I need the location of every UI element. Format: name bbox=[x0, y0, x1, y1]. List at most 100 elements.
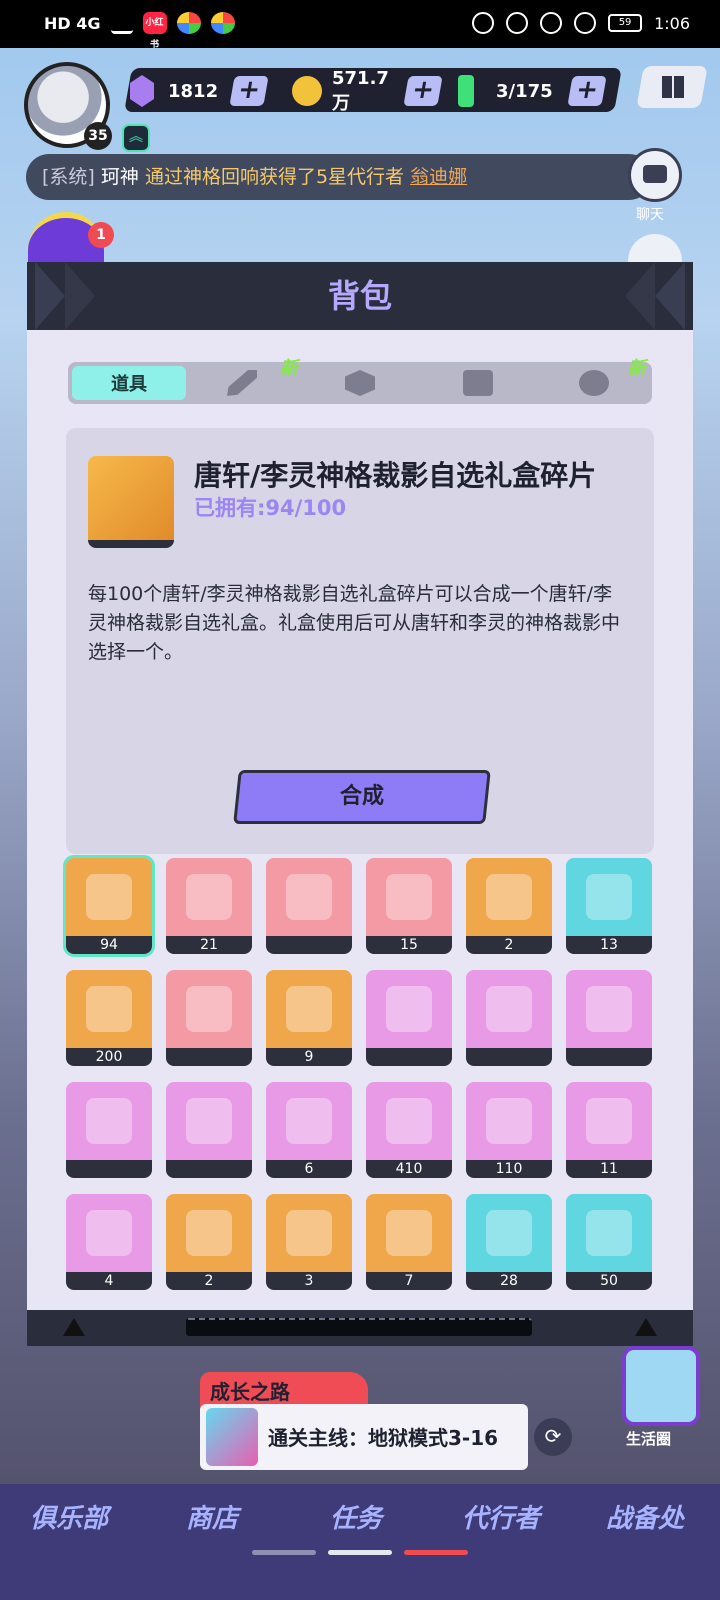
gold-crystal-icon bbox=[386, 874, 432, 920]
nav-tasks[interactable]: 任务 bbox=[330, 1498, 382, 1535]
broadcast-prefix: [系统] bbox=[42, 166, 95, 188]
stamina-bottle-icon bbox=[458, 75, 474, 107]
item-count: 200 bbox=[66, 1048, 152, 1066]
item-slot[interactable] bbox=[66, 1082, 152, 1178]
green-cube-icon bbox=[486, 1210, 532, 1256]
nav-club[interactable]: 俱乐部 bbox=[30, 1498, 108, 1535]
item-count: 28 bbox=[466, 1272, 552, 1290]
item-slot[interactable]: 410 bbox=[366, 1082, 452, 1178]
tab-equipment[interactable] bbox=[222, 366, 262, 400]
item-count: 7 bbox=[366, 1272, 452, 1290]
gold-chip-icon bbox=[386, 1098, 432, 1144]
gem-count: 1812 bbox=[168, 80, 219, 102]
gold-triforce-icon bbox=[86, 1210, 132, 1256]
broadcast-target-link[interactable]: 翁迪娜 bbox=[410, 166, 467, 188]
item-count: 21 bbox=[166, 936, 252, 954]
tab-modules[interactable] bbox=[340, 366, 380, 400]
stamina-count: 3/175 bbox=[496, 80, 553, 102]
item-count: 2 bbox=[166, 1272, 252, 1290]
cube-box-icon bbox=[286, 1098, 332, 1144]
item-slot[interactable]: 15 bbox=[366, 858, 452, 954]
cupcake-icon bbox=[86, 1098, 132, 1144]
item-slot[interactable]: 13 bbox=[566, 858, 652, 954]
item-slot[interactable]: 50 bbox=[566, 1194, 652, 1290]
item-slot[interactable] bbox=[366, 970, 452, 1066]
chat-bubble-icon bbox=[643, 165, 667, 183]
add-gem-button[interactable]: + bbox=[229, 75, 269, 106]
item-slot[interactable] bbox=[566, 970, 652, 1066]
item-slot[interactable]: 9 bbox=[266, 970, 352, 1066]
item-slot[interactable] bbox=[166, 970, 252, 1066]
compose-button-label[interactable]: 合成 bbox=[236, 770, 488, 824]
item-count bbox=[166, 1048, 252, 1066]
mute-icon bbox=[574, 12, 597, 34]
alarm-icon bbox=[540, 12, 563, 34]
cash-case-icon bbox=[586, 874, 632, 920]
coin-icon bbox=[292, 76, 322, 106]
item-count: 3 bbox=[266, 1272, 352, 1290]
nav-armory[interactable]: 战备处 bbox=[606, 1498, 684, 1535]
item-count bbox=[66, 1160, 152, 1178]
item-slot[interactable]: 110 bbox=[466, 1082, 552, 1178]
tab-fragments[interactable] bbox=[458, 366, 498, 400]
item-slot[interactable]: 3 bbox=[266, 1194, 352, 1290]
page-indicator bbox=[252, 1550, 316, 1555]
tab-cosmetics[interactable] bbox=[574, 366, 614, 400]
item-slot[interactable]: 11 bbox=[566, 1082, 652, 1178]
grid-menu-icon bbox=[662, 76, 684, 98]
menu-button[interactable] bbox=[636, 66, 708, 108]
record-ticket-icon bbox=[186, 986, 232, 1032]
teal-record-ticket-icon bbox=[286, 1210, 332, 1256]
eye-icon bbox=[506, 12, 529, 34]
page-indicator bbox=[404, 1550, 468, 1555]
item-slot[interactable]: 200 bbox=[66, 970, 152, 1066]
item-count: 50 bbox=[566, 1272, 652, 1290]
item-slot[interactable]: 21 bbox=[166, 858, 252, 954]
add-coin-button[interactable]: + bbox=[403, 75, 443, 106]
gold-record-icon bbox=[286, 986, 332, 1032]
nfc-icon bbox=[472, 12, 495, 34]
gem-resource: 1812 + bbox=[130, 74, 269, 108]
item-slot[interactable]: 28 bbox=[466, 1194, 552, 1290]
battery-icon: 59 bbox=[608, 14, 643, 32]
item-count bbox=[266, 936, 352, 954]
item-count: 6 bbox=[266, 1160, 352, 1178]
chat-button[interactable] bbox=[628, 148, 682, 202]
pink-record-ticket-icon bbox=[186, 1210, 232, 1256]
wifi-icon bbox=[110, 12, 133, 34]
item-slot[interactable]: 6 bbox=[266, 1082, 352, 1178]
life-circle-icon[interactable] bbox=[622, 1346, 700, 1426]
item-slot[interactable] bbox=[466, 970, 552, 1066]
item-count: 410 bbox=[366, 1160, 452, 1178]
puzzle-icon bbox=[463, 370, 493, 396]
item-slot[interactable]: 7 bbox=[366, 1194, 452, 1290]
scroll-indicator[interactable] bbox=[186, 1318, 532, 1336]
disc-case-icon bbox=[86, 986, 132, 1032]
item-slot[interactable] bbox=[266, 858, 352, 954]
nav-shop[interactable]: 商店 bbox=[186, 1498, 238, 1535]
status-bar: HD 4G 小红书 59 1:06 bbox=[0, 0, 720, 50]
item-slot[interactable] bbox=[166, 1082, 252, 1178]
item-count: 4 bbox=[66, 1272, 152, 1290]
quest-text[interactable]: 通关主线：地狱模式3-16 bbox=[268, 1422, 498, 1451]
item-slot[interactable]: 2 bbox=[466, 858, 552, 954]
coin-resource: 571.7万 + bbox=[292, 68, 443, 114]
green-ore-icon bbox=[486, 1098, 532, 1144]
network-indicator: HD 4G bbox=[44, 13, 101, 33]
clock: 1:06 bbox=[654, 13, 690, 33]
player-level: 35 bbox=[84, 122, 112, 150]
item-slot[interactable]: 4 bbox=[66, 1194, 152, 1290]
item-slot[interactable]: 94 bbox=[63, 855, 155, 957]
character-portrait-icon bbox=[206, 1408, 258, 1466]
refresh-icon[interactable]: ⟳ bbox=[534, 1418, 572, 1456]
life-circle-label[interactable]: 生活圈 bbox=[626, 1428, 671, 1449]
sword-icon bbox=[227, 370, 257, 396]
rank-chevron-icon[interactable]: ︽ bbox=[122, 124, 150, 152]
nav-agents[interactable]: 代行者 bbox=[462, 1498, 540, 1535]
teal-prism-icon bbox=[286, 874, 332, 920]
item-slot[interactable]: 2 bbox=[166, 1194, 252, 1290]
item-owned-count: 已拥有:94/100 bbox=[194, 496, 347, 520]
add-stamina-button[interactable]: + bbox=[567, 75, 607, 106]
chocolate-bowl-icon bbox=[486, 986, 532, 1032]
tab-items[interactable]: 道具 bbox=[72, 366, 186, 400]
